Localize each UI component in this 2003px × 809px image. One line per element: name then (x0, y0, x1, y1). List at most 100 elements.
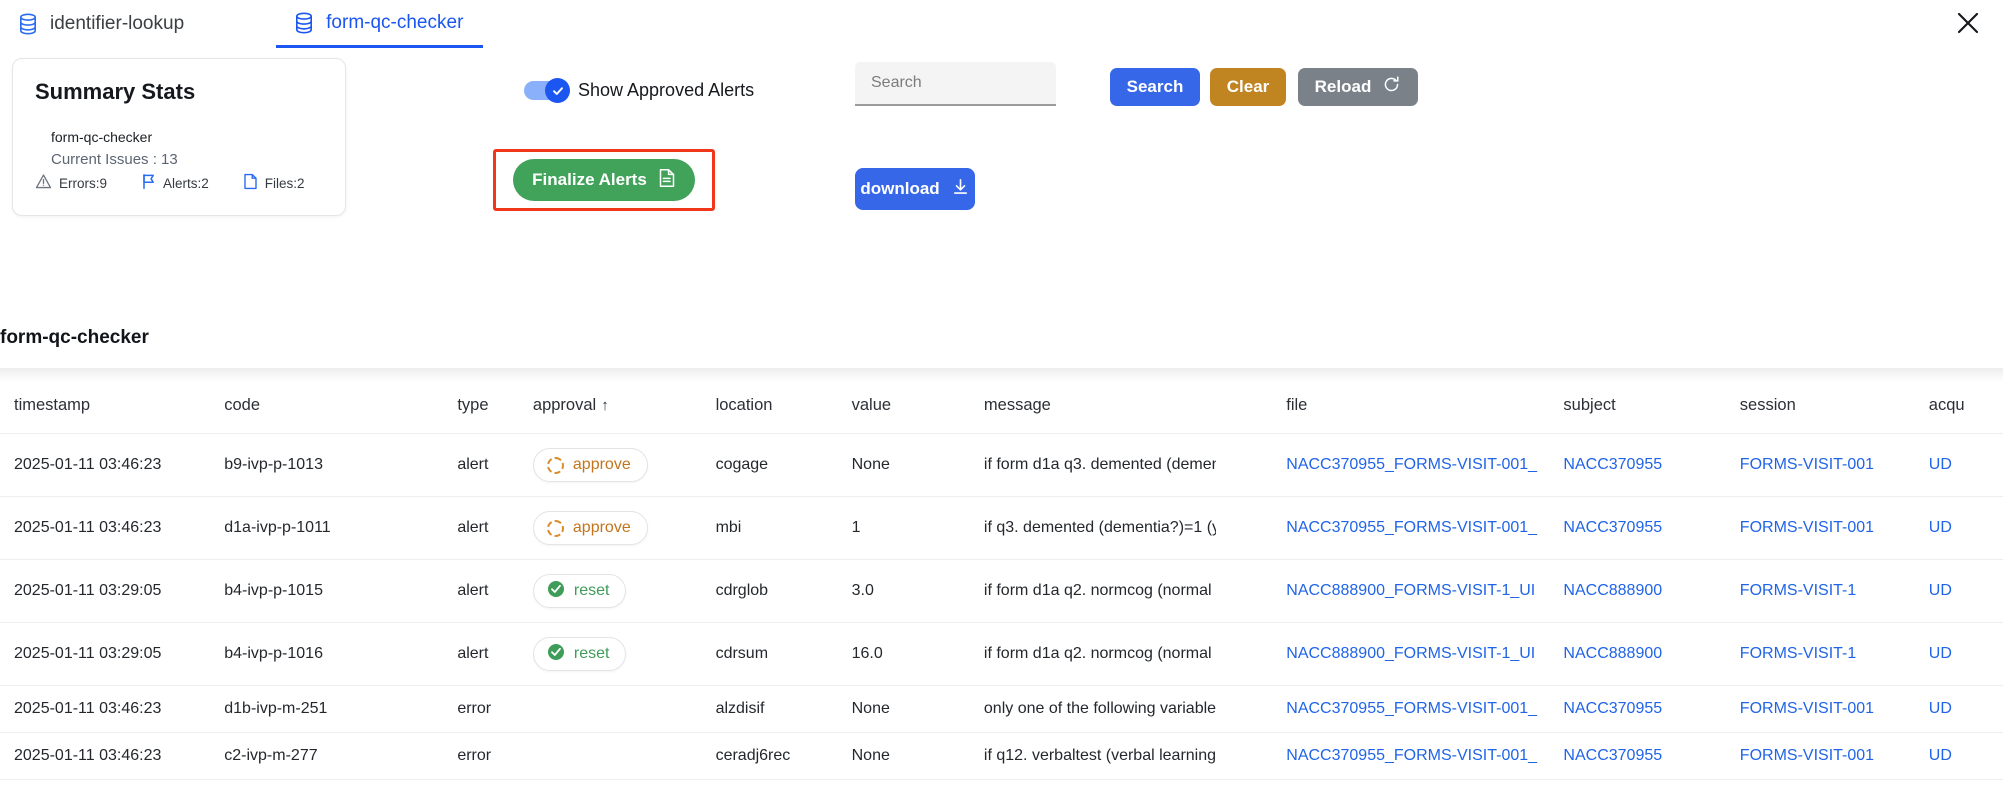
show-approved-alerts-toggle[interactable]: Show Approved Alerts (524, 78, 755, 103)
column-header-value[interactable]: value (851, 382, 984, 434)
column-header-session[interactable]: session (1739, 382, 1929, 434)
cell-file: NACC888900_FORMS-VISIT-1_UI (1286, 622, 1564, 686)
reset-button[interactable]: reset (532, 637, 627, 671)
subject-link[interactable]: NACC370955 (1563, 519, 1662, 536)
cell-subject: NACC370955 (1563, 433, 1740, 497)
tab-identifier-lookup[interactable]: identifier-lookup (0, 0, 204, 48)
cell-timestamp: 2025-01-11 03:46:23 (0, 433, 225, 497)
column-header-subject[interactable]: subject (1563, 382, 1740, 434)
cell-value: 16.0 (851, 622, 984, 686)
file-link[interactable]: NACC370955_FORMS-VISIT-001_ (1286, 519, 1537, 536)
finalize-alerts-label: Finalize Alerts (532, 170, 647, 189)
column-header-approval[interactable]: approval ↑ (532, 382, 716, 434)
cell-location: cogage (715, 433, 852, 497)
column-header-timestamp[interactable]: timestamp (0, 382, 225, 434)
file-link[interactable]: NACC370955_FORMS-VISIT-001_ (1286, 747, 1537, 764)
cell-value: None (851, 433, 984, 497)
session-link[interactable]: FORMS-VISIT-001 (1740, 519, 1874, 536)
table-row[interactable]: 2025-01-11 03:46:23 d1b-ivp-m-251 error alz… (0, 685, 2003, 733)
session-link[interactable]: FORMS-VISIT-001 (1740, 456, 1874, 473)
cell-session: FORMS-VISIT-1 (1739, 622, 1929, 686)
cell-code: b4-ivp-p-1015 (224, 559, 458, 623)
cell-approval: reset (532, 622, 716, 686)
toggle-track (524, 78, 570, 103)
column-header-file[interactable]: file (1286, 382, 1564, 434)
session-link[interactable]: FORMS-VISIT-1 (1740, 645, 1856, 662)
file-link[interactable]: NACC370955_FORMS-VISIT-001_ (1286, 456, 1537, 473)
finalize-alerts-highlight: Finalize Alerts (493, 149, 715, 211)
close-icon[interactable] (1951, 6, 1985, 40)
check-circle-icon (547, 643, 565, 666)
cell-session: FORMS-VISIT-001 (1739, 732, 1929, 780)
session-link[interactable]: FORMS-VISIT-1 (1740, 582, 1856, 599)
table-row[interactable]: 2025-01-11 03:46:23 b9-ivp-p-1013 alert app… (0, 433, 2003, 497)
column-header-acquisition[interactable]: acqu (1928, 382, 2003, 434)
cell-type: alert (457, 622, 533, 686)
column-header-message[interactable]: message (983, 382, 1287, 434)
file-link[interactable]: NACC370955_FORMS-VISIT-001_ (1286, 700, 1537, 717)
toggle-knob-check-icon (545, 78, 570, 103)
tab-form-qc-checker[interactable]: form-qc-checker (276, 0, 484, 48)
acquisition-link[interactable]: UD (1929, 747, 1952, 764)
cell-type: alert (457, 496, 533, 560)
approve-button[interactable]: approve (532, 448, 648, 482)
cell-session: FORMS-VISIT-001 (1739, 685, 1929, 733)
reload-button[interactable]: Reload (1298, 68, 1418, 106)
column-header-code[interactable]: code (224, 382, 458, 434)
table-row[interactable]: 2025-01-11 03:46:23 c2-ivp-m-277 error cera… (0, 732, 2003, 780)
session-link[interactable]: FORMS-VISIT-001 (1740, 700, 1874, 717)
subject-link[interactable]: NACC370955 (1563, 747, 1662, 764)
acquisition-link[interactable]: UD (1929, 700, 1952, 717)
subject-link[interactable]: NACC888900 (1563, 582, 1662, 599)
dashed-circle-icon (546, 519, 564, 537)
download-icon (951, 177, 970, 202)
cell-timestamp: 2025-01-11 03:29:05 (0, 622, 225, 686)
message-text: if form d1a q3. demented (dementi (983, 456, 1216, 473)
tab-bar: identifier-lookup form-qc-checker (0, 0, 2003, 48)
search-input[interactable] (855, 62, 1056, 106)
cell-acquisition: UD (1928, 433, 2003, 497)
cell-location: cdrglob (715, 559, 852, 623)
cell-code: d1a-ivp-p-1011 (224, 496, 458, 560)
message-text: if form d1a q2. normcog (normal c (983, 645, 1216, 662)
stat-alerts: Alerts:2 (141, 173, 209, 193)
summary-current-issues: Current Issues : 13 (51, 151, 178, 168)
table-row[interactable]: 2025-01-11 03:46:23 d1a-ivp-p-1011 alert ap… (0, 496, 2003, 560)
file-link[interactable]: NACC888900_FORMS-VISIT-1_UI (1286, 582, 1535, 599)
clear-button[interactable]: Clear (1210, 68, 1286, 106)
stat-files-label: Files:2 (264, 175, 305, 191)
download-label: download (860, 179, 940, 198)
acquisition-link[interactable]: UD (1929, 582, 1952, 599)
search-button[interactable]: Search (1110, 68, 1200, 106)
message-text: if q12. verbaltest (verbal learning t (983, 747, 1216, 764)
cell-value: 3.0 (851, 559, 984, 623)
acquisition-link[interactable]: UD (1929, 519, 1952, 536)
cell-value: None (851, 732, 984, 780)
table-row[interactable]: 2025-01-11 03:29:05 b4-ivp-p-1015 alert res… (0, 559, 2003, 623)
acquisition-link[interactable]: UD (1929, 456, 1952, 473)
subject-link[interactable]: NACC370955 (1563, 456, 1662, 473)
summary-title: Summary Stats (35, 79, 196, 104)
table-header-row: timestamp code type approval ↑ location v… (0, 382, 2003, 434)
column-header-location[interactable]: location (715, 382, 852, 434)
tab-label: identifier-lookup (50, 13, 185, 34)
acquisition-link[interactable]: UD (1929, 645, 1952, 662)
subject-link[interactable]: NACC370955 (1563, 700, 1662, 717)
finalize-alerts-button[interactable]: Finalize Alerts (513, 159, 695, 201)
table-row[interactable]: 2025-01-11 03:29:05 b4-ivp-p-1016 alert res… (0, 622, 2003, 686)
flag-icon (141, 173, 156, 193)
session-link[interactable]: FORMS-VISIT-001 (1740, 747, 1874, 764)
download-button[interactable]: download (855, 168, 975, 210)
reset-button[interactable]: reset (532, 574, 627, 608)
approve-button[interactable]: approve (532, 511, 648, 545)
cell-type: alert (457, 433, 533, 497)
results-table-container[interactable]: timestamp code type approval ↑ location v… (0, 382, 2003, 809)
subject-link[interactable]: NACC888900 (1563, 645, 1662, 662)
dashed-circle-icon (546, 456, 564, 474)
file-link[interactable]: NACC888900_FORMS-VISIT-1_UI (1286, 645, 1535, 662)
cell-location: mbi (715, 496, 852, 560)
toggle-label: Show Approved Alerts (578, 80, 755, 100)
page-title: form-qc-checker (0, 327, 149, 348)
summary-stats-card: Summary Stats form-qc-checker Current Is… (12, 58, 346, 216)
column-header-type[interactable]: type (457, 382, 533, 434)
